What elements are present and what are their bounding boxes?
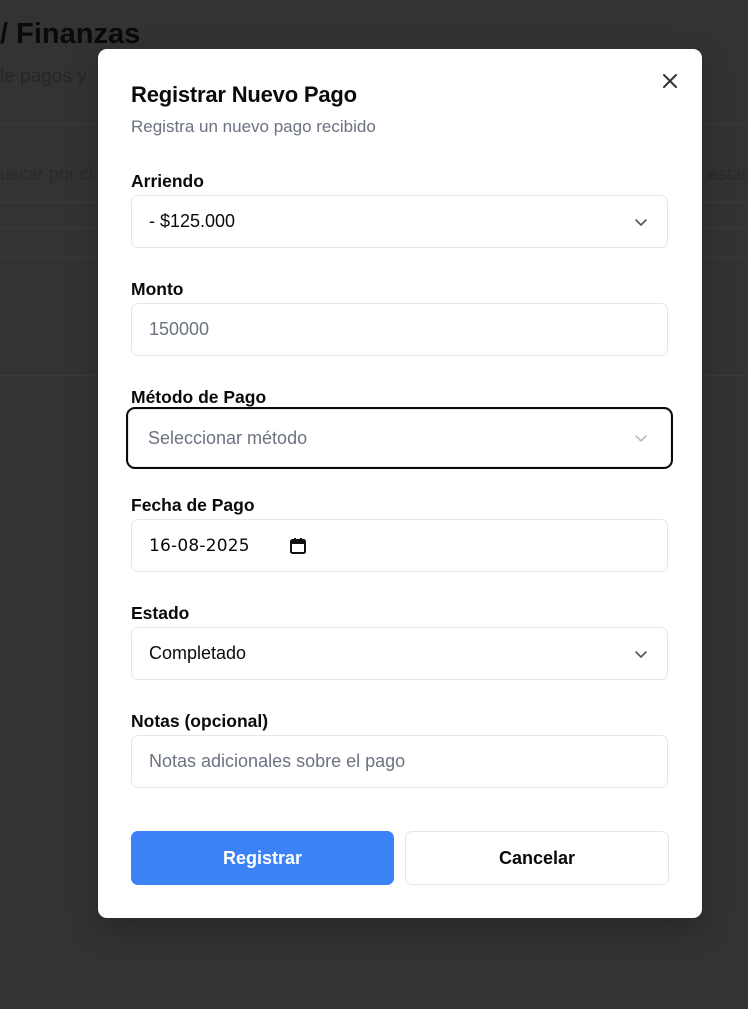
metodo-placeholder: Seleccionar método [148, 427, 308, 448]
fecha-value: 16-08-2025 [149, 535, 250, 556]
estado-value: Completado [149, 643, 247, 663]
monto-placeholder: 150000 [149, 319, 210, 339]
register-payment-dialog: Registrar Nuevo Pago Registra un nuevo p… [98, 49, 702, 918]
metodo-select[interactable]: Seleccionar método [126, 407, 673, 469]
notas-input[interactable]: Notas adicionales sobre el pago [131, 735, 668, 788]
page-subtitle: le pagos y [0, 66, 87, 87]
arriendo-value: - $125.000 [149, 211, 236, 231]
estado-select[interactable]: Completado [131, 627, 668, 680]
metodo-label: Método de Pago [131, 387, 267, 407]
monto-input[interactable]: 150000 [131, 303, 668, 356]
close-button[interactable] [660, 71, 680, 91]
register-button[interactable]: Registrar [131, 831, 394, 885]
background-state-filter: estad [708, 164, 748, 184]
chevron-down-icon [635, 650, 647, 658]
estado-label: Estado [131, 603, 190, 623]
fecha-label: Fecha de Pago [131, 495, 255, 515]
dialog-title: Registrar Nuevo Pago [131, 82, 357, 107]
cancel-button[interactable]: Cancelar [405, 831, 669, 885]
chevron-down-icon [635, 218, 647, 226]
background-search-input: uscar por cl [0, 164, 94, 184]
notas-placeholder: Notas adicionales sobre el pago [149, 751, 406, 771]
dialog-description: Registra un nuevo pago recibido [131, 117, 376, 136]
close-icon [663, 74, 677, 88]
notas-label: Notas (opcional) [131, 711, 269, 731]
page-title: / Finanzas [0, 18, 141, 50]
chevron-down-icon [635, 435, 647, 442]
arriendo-label: Arriendo [131, 171, 204, 191]
fecha-input[interactable]: 16-08-2025 [131, 519, 668, 572]
calendar-icon[interactable] [288, 536, 308, 556]
arriendo-select[interactable]: - $125.000 [131, 195, 668, 248]
monto-label: Monto [131, 279, 184, 299]
